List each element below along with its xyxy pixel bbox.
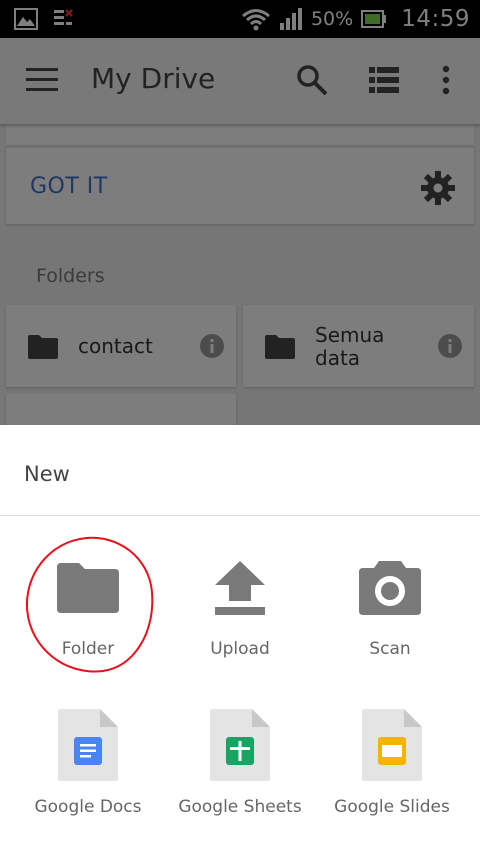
google-docs-icon bbox=[58, 709, 118, 781]
google-slides-icon bbox=[362, 709, 422, 781]
google-sheets-option-label: Google Sheets bbox=[178, 797, 302, 817]
new-item-sheet: New Folder Upload Scan Google Docs Googl… bbox=[0, 425, 480, 854]
google-slides-option-label: Google Slides bbox=[334, 797, 450, 817]
upload-option[interactable]: Upload bbox=[160, 545, 320, 665]
screen: 50% 14:59 My Drive bbox=[0, 0, 480, 854]
scan-option[interactable]: Scan bbox=[310, 545, 470, 665]
google-docs-option-label: Google Docs bbox=[34, 797, 142, 817]
google-sheets-option[interactable]: Google Sheets bbox=[160, 705, 320, 825]
google-slides-option[interactable]: Google Slides bbox=[312, 705, 472, 825]
google-sheets-icon bbox=[210, 709, 270, 781]
scan-option-label: Scan bbox=[369, 639, 411, 659]
upload-icon bbox=[215, 561, 265, 615]
sheet-title: New bbox=[24, 462, 70, 486]
sheet-divider bbox=[0, 515, 480, 516]
upload-option-label: Upload bbox=[210, 639, 270, 659]
camera-icon bbox=[359, 561, 421, 615]
google-docs-option[interactable]: Google Docs bbox=[8, 705, 168, 825]
